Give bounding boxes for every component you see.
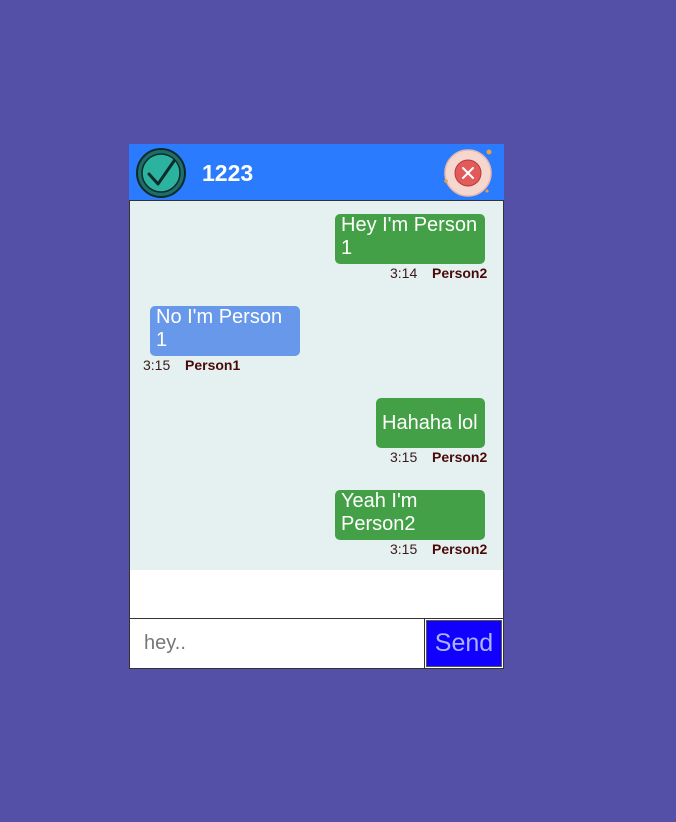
check-circle-icon <box>136 148 186 198</box>
message-composer: Send <box>129 618 504 669</box>
chat-body: Hey I'm Person 1 3:14 Person2 No I'm Per… <box>129 201 504 669</box>
message-time: 3:15 <box>390 541 418 557</box>
room-name: 1223 <box>202 160 254 186</box>
message-bubble: Yeah I'm Person2 <box>335 490 485 540</box>
message-author: Person2 <box>432 265 488 281</box>
send-button[interactable]: Send <box>426 620 502 667</box>
chat-window: 1223 Hey I'm Person 1 3:14 Person2 No I'… <box>129 144 504 669</box>
message-author: Person1 <box>185 357 241 373</box>
message-input[interactable] <box>130 619 425 668</box>
message-bubble: Hahaha lol <box>376 398 485 448</box>
message-author: Person2 <box>432 449 488 465</box>
message-author: Person2 <box>432 541 488 557</box>
message-bubble: Hey I'm Person 1 <box>335 214 485 264</box>
message-time: 3:15 <box>390 449 418 465</box>
message-bubble: No I'm Person 1 <box>150 306 300 356</box>
close-icon[interactable] <box>441 147 495 197</box>
message-time: 3:14 <box>390 265 418 281</box>
chat-header: 1223 <box>129 144 504 201</box>
message-time: 3:15 <box>143 357 171 373</box>
message-list[interactable]: Hey I'm Person 1 3:14 Person2 No I'm Per… <box>130 201 503 570</box>
